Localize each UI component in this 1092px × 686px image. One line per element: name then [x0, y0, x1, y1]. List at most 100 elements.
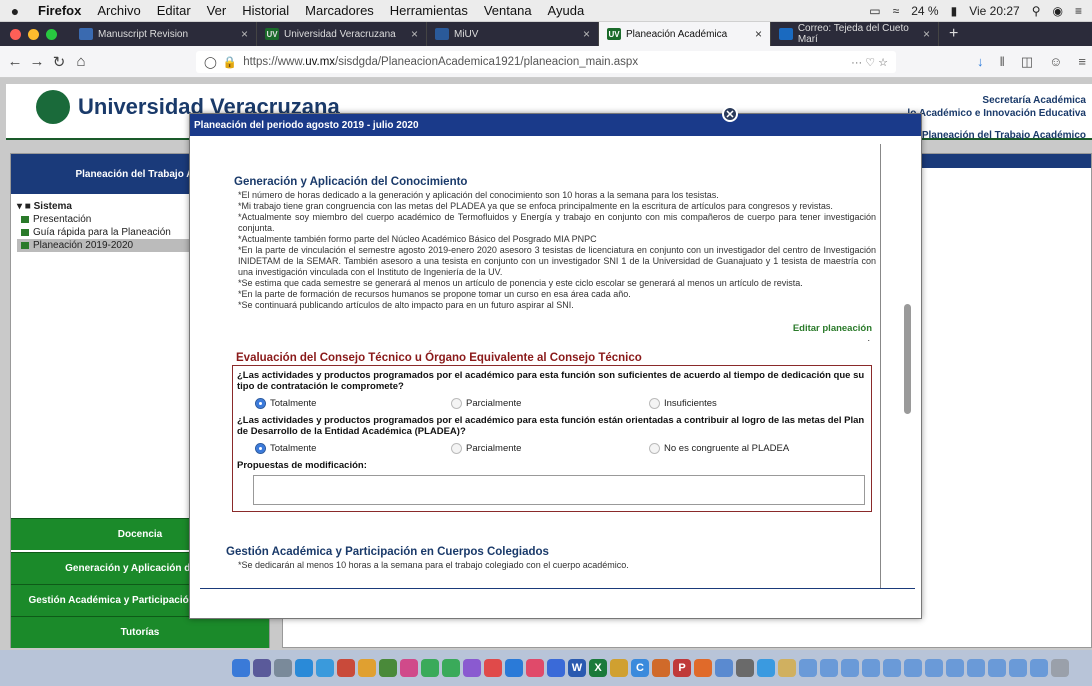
tab-universidad-veracruzana[interactable]: UV Universidad Veracruzana ×: [257, 22, 427, 46]
spotlight-icon[interactable]: ⚲: [1032, 4, 1041, 18]
window-thumbnail-icon[interactable]: [904, 659, 922, 677]
safari-icon[interactable]: [274, 659, 292, 677]
window-thumbnail-icon[interactable]: [1009, 659, 1027, 677]
download-icon[interactable]: ↓: [977, 54, 984, 70]
q1-option-insuficientes[interactable]: Insuficientes: [649, 398, 717, 409]
modal-close-button[interactable]: ✕: [722, 106, 738, 122]
nav-button-tutorias[interactable]: Tutorías: [11, 616, 269, 648]
q2-option-totalmente[interactable]: Totalmente: [255, 443, 451, 454]
notes-icon[interactable]: [358, 659, 376, 677]
window-thumbnail-icon[interactable]: [820, 659, 838, 677]
powerpoint-icon[interactable]: P: [673, 659, 691, 677]
back-icon[interactable]: ←: [4, 53, 26, 70]
launchpad-icon[interactable]: [253, 659, 271, 677]
app-icon[interactable]: [778, 659, 796, 677]
finder-icon[interactable]: [232, 659, 250, 677]
radio-selected[interactable]: [255, 443, 266, 454]
radio-unselected[interactable]: [649, 443, 660, 454]
app-icon[interactable]: [652, 659, 670, 677]
window-thumbnail-icon[interactable]: [862, 659, 880, 677]
preferences-icon[interactable]: [547, 659, 565, 677]
edit-planeacion-link[interactable]: Editar planeación: [226, 323, 880, 334]
photos-icon[interactable]: [400, 659, 418, 677]
lock-icon[interactable]: 🔒: [223, 55, 237, 69]
app-icon[interactable]: [610, 659, 628, 677]
shield-icon[interactable]: ◯: [204, 55, 217, 69]
facetime-icon[interactable]: [442, 659, 460, 677]
airplay-icon[interactable]: ▭: [869, 4, 880, 18]
radio-unselected[interactable]: [451, 443, 462, 454]
window-thumbnail-icon[interactable]: [946, 659, 964, 677]
podcasts-icon[interactable]: [463, 659, 481, 677]
wifi-icon[interactable]: ≈: [893, 4, 900, 18]
appstore-icon[interactable]: [505, 659, 523, 677]
folder-icon[interactable]: [757, 659, 775, 677]
q1-option-totalmente[interactable]: Totalmente: [255, 398, 451, 409]
news-icon[interactable]: [484, 659, 502, 677]
menu-icon[interactable]: ≡: [1078, 54, 1086, 70]
menu-firefox[interactable]: Firefox: [30, 3, 89, 18]
proposals-textarea[interactable]: [253, 475, 865, 505]
home-icon[interactable]: ⌂: [70, 53, 92, 70]
trash-icon[interactable]: [1051, 659, 1069, 677]
tab-planeacion-academica[interactable]: UV Planeación Académica ×: [599, 22, 771, 46]
q1-option-parcialmente[interactable]: Parcialmente: [451, 398, 649, 409]
menu-ayuda[interactable]: Ayuda: [540, 3, 593, 18]
tab-close-icon[interactable]: ×: [583, 27, 590, 41]
menu-editar[interactable]: Editar: [149, 3, 199, 18]
tab-close-icon[interactable]: ×: [923, 27, 930, 41]
account-icon[interactable]: ☺: [1049, 54, 1062, 70]
minimize-window-button[interactable]: [28, 28, 39, 40]
q2-option-no-congruente[interactable]: No es congruente al PLADEA: [649, 443, 789, 454]
q2-option-parcialmente[interactable]: Parcialmente: [451, 443, 649, 454]
excel-icon[interactable]: X: [589, 659, 607, 677]
app-icon[interactable]: [715, 659, 733, 677]
word-icon[interactable]: W: [568, 659, 586, 677]
menu-archivo[interactable]: Archivo: [89, 3, 148, 18]
close-window-button[interactable]: [10, 28, 21, 40]
menu-marcadores[interactable]: Marcadores: [297, 3, 382, 18]
library-icon[interactable]: ‖: [999, 54, 1004, 70]
siri-icon[interactable]: ◉: [1053, 4, 1063, 18]
app-icon[interactable]: [736, 659, 754, 677]
firefox-icon[interactable]: [694, 659, 712, 677]
menu-historial[interactable]: Historial: [234, 3, 297, 18]
window-thumbnail-icon[interactable]: [841, 659, 859, 677]
window-thumbnail-icon[interactable]: [925, 659, 943, 677]
battery-percent[interactable]: 24 %: [911, 4, 938, 18]
page-actions[interactable]: ··· ♡ ☆: [851, 56, 888, 69]
zoom-window-button[interactable]: [46, 28, 57, 40]
forward-icon[interactable]: →: [26, 53, 48, 70]
radio-unselected[interactable]: [451, 398, 462, 409]
radio-selected[interactable]: [255, 398, 266, 409]
apple-icon[interactable]: ●: [0, 3, 30, 19]
window-thumbnail-icon[interactable]: [883, 659, 901, 677]
tab-close-icon[interactable]: ×: [241, 27, 248, 41]
new-tab-button[interactable]: +: [939, 25, 968, 43]
calendar-icon[interactable]: [337, 659, 355, 677]
url-bar[interactable]: ◯ 🔒 https://www. uv.mx/sisdgda/Planeacion…: [196, 51, 896, 73]
window-thumbnail-icon[interactable]: [799, 659, 817, 677]
window-thumbnail-icon[interactable]: [967, 659, 985, 677]
window-thumbnail-icon[interactable]: [1030, 659, 1048, 677]
tab-miuv[interactable]: MiUV ×: [427, 22, 599, 46]
notification-center-icon[interactable]: ≡: [1075, 4, 1082, 18]
tab-close-icon[interactable]: ×: [755, 27, 762, 41]
app-c-icon[interactable]: C: [631, 659, 649, 677]
maps-icon[interactable]: [379, 659, 397, 677]
mail-icon[interactable]: [316, 659, 334, 677]
music-icon[interactable]: [526, 659, 544, 677]
tab-close-icon[interactable]: ×: [411, 27, 418, 41]
window-thumbnail-icon[interactable]: [988, 659, 1006, 677]
reload-icon[interactable]: ↻: [48, 53, 70, 71]
messages-icon[interactable]: [421, 659, 439, 677]
radio-unselected[interactable]: [649, 398, 660, 409]
menu-herramientas[interactable]: Herramientas: [382, 3, 476, 18]
tab-correo[interactable]: Correo: Tejeda del Cueto Marí ×: [771, 22, 939, 46]
menu-ventana[interactable]: Ventana: [476, 3, 540, 18]
clock[interactable]: Vie 20:27: [969, 4, 1020, 18]
browser-icon[interactable]: [295, 659, 313, 677]
modal-scrollbar[interactable]: [904, 304, 911, 414]
menu-ver[interactable]: Ver: [199, 3, 235, 18]
tab-manuscript-revision[interactable]: Manuscript Revision ×: [71, 22, 257, 46]
